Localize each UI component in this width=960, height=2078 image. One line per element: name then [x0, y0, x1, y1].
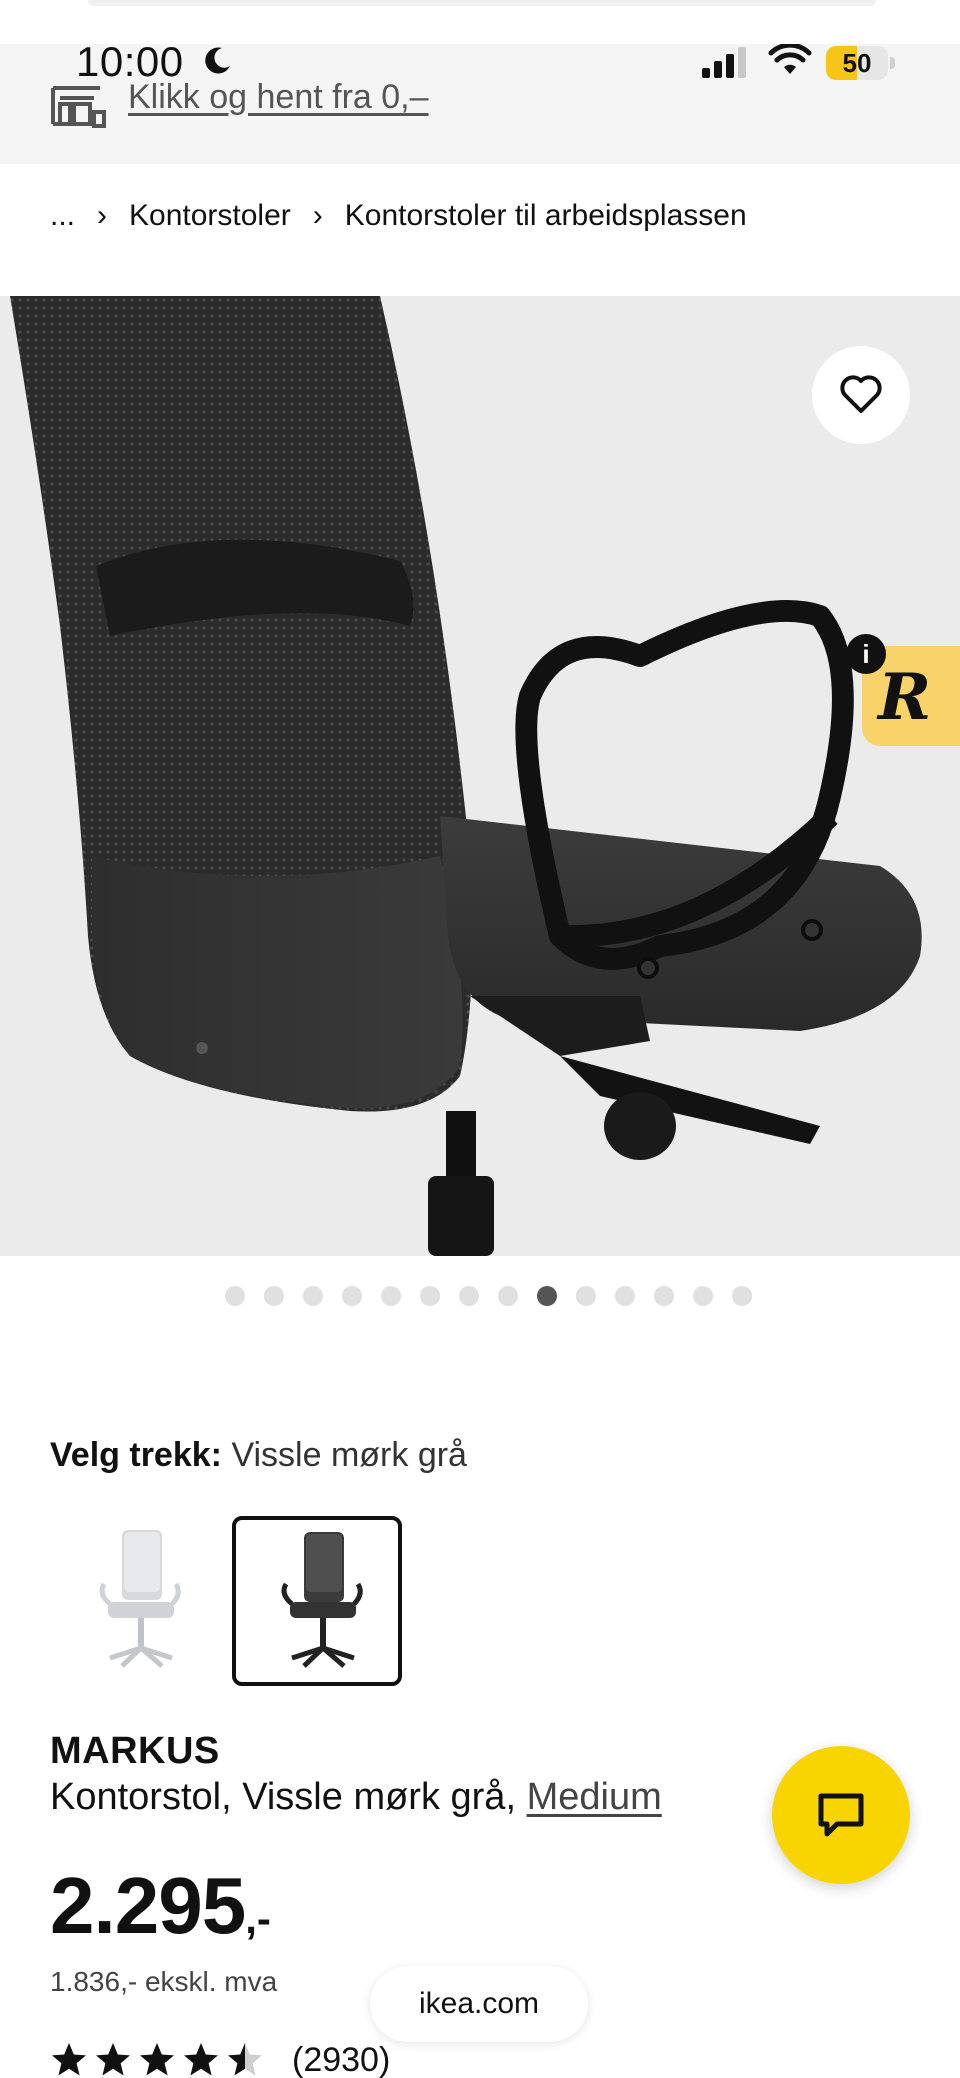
- chat-button[interactable]: [772, 1746, 910, 1884]
- heart-icon: [840, 375, 882, 413]
- pagination-dot[interactable]: [731, 1286, 752, 1306]
- product-description: Kontorstol, Vissle mørk grå, Medium: [50, 1776, 662, 1819]
- fabric-selector-label: Velg trekk: Vissle mørk grå: [50, 1436, 467, 1475]
- browser-domain-pill[interactable]: ikea.com: [370, 1966, 588, 2042]
- rating[interactable]: (2930): [50, 2040, 390, 2078]
- breadcrumb-item-kontorstoler[interactable]: Kontorstoler: [129, 199, 291, 233]
- light-grey-chair-thumbnail: [99, 1530, 181, 1668]
- price-integer: 2.295: [50, 1861, 246, 1950]
- chat-icon: [818, 1793, 864, 1837]
- pagination-dot[interactable]: [497, 1286, 518, 1306]
- info-icon[interactable]: i: [846, 634, 886, 674]
- product-description-text: Kontorstol, Vissle mørk grå,: [50, 1776, 517, 1818]
- battery-body: 50: [826, 46, 888, 80]
- fabric-label-value: Vissle mørk grå: [231, 1436, 467, 1474]
- star-icon: [52, 2043, 86, 2076]
- product-image: [10, 296, 922, 1256]
- price: 2.295,-: [50, 1860, 271, 1952]
- price-suffix: ,-: [245, 1895, 271, 1942]
- pagination-dot[interactable]: [458, 1286, 479, 1306]
- click-and-collect-link[interactable]: Klikk og hent fra 0,–: [128, 78, 429, 117]
- gallery-pagination[interactable]: [0, 1286, 960, 1306]
- star-icon: [140, 2043, 174, 2076]
- battery-level: 50: [842, 48, 872, 78]
- product-image-gallery[interactable]: [0, 296, 960, 1256]
- battery-indicator: 50: [826, 46, 896, 80]
- pagination-dot[interactable]: [302, 1286, 323, 1306]
- pagination-dot-active[interactable]: [536, 1286, 557, 1306]
- breadcrumb-separator: ›: [312, 199, 323, 232]
- moon-icon: [205, 47, 230, 74]
- price-excluding-vat: 1.836,- ekskl. mva: [50, 1966, 278, 1997]
- size-link[interactable]: Medium: [527, 1776, 662, 1818]
- fabric-label-title: Velg trekk:: [50, 1436, 222, 1474]
- star-icon: [184, 2043, 218, 2076]
- pagination-dot[interactable]: [380, 1286, 401, 1306]
- breadcrumb-item-arbeidsplassen[interactable]: Kontorstoler til arbeidsplassen: [345, 199, 747, 233]
- rating-stars: [50, 2041, 264, 2078]
- dark-grey-chair-thumbnail: [281, 1532, 363, 1668]
- top-divider: [88, 0, 876, 6]
- breadcrumb-separator: ›: [97, 199, 108, 232]
- pagination-dot[interactable]: [341, 1286, 362, 1306]
- battery-cap: [890, 57, 895, 69]
- variant-option-dark-grey[interactable]: [232, 1516, 402, 1686]
- rating-count[interactable]: (2930): [292, 2041, 390, 2078]
- product-name: MARKUS: [50, 1730, 220, 1772]
- star-icon: [96, 2043, 130, 2076]
- breadcrumb: ... › Kontorstoler › Kontorstoler til ar…: [50, 194, 747, 238]
- pagination-dot[interactable]: [614, 1286, 635, 1306]
- badge-letter: R: [878, 660, 932, 735]
- store-icon: [51, 86, 106, 128]
- breadcrumb-ellipsis[interactable]: ...: [50, 199, 75, 233]
- pagination-dot[interactable]: [575, 1286, 596, 1306]
- wifi-icon: [768, 44, 812, 74]
- pagination-dot[interactable]: [419, 1286, 440, 1306]
- favorite-button[interactable]: [812, 346, 910, 444]
- variant-option-light-grey[interactable]: [50, 1516, 220, 1686]
- pagination-dot[interactable]: [692, 1286, 713, 1306]
- pagination-dot[interactable]: [263, 1286, 284, 1306]
- pagination-dot[interactable]: [224, 1286, 245, 1306]
- star-icon: [228, 2043, 262, 2076]
- cellular-signal-icon: [702, 47, 746, 78]
- pagination-dot[interactable]: [653, 1286, 674, 1306]
